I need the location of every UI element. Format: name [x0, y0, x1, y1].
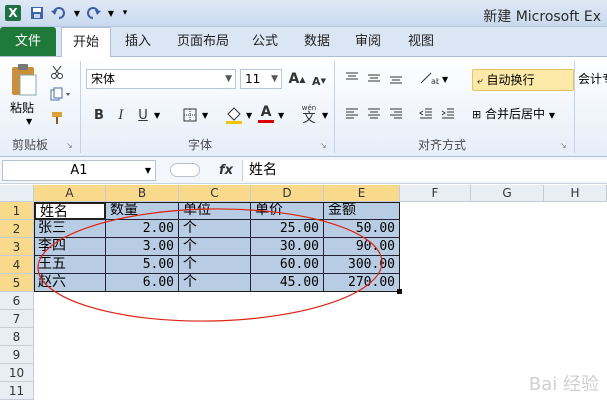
worksheet-grid: A B C D E F G H 1 2 3 4 5 6 7 8 9 10 11 … [0, 185, 607, 400]
phonetic-guide-glyph: 文 [302, 110, 316, 126]
save-icon[interactable] [28, 4, 46, 22]
chevron-down-icon: ▼ [271, 74, 278, 84]
formula-input[interactable]: 姓名 [242, 160, 607, 181]
font-name-value: 宋体 [91, 72, 116, 86]
merge-center-button[interactable]: ⊞ 合并后居中 ▼ [472, 103, 574, 125]
font-color-swatch [258, 120, 274, 123]
cut-icon[interactable] [48, 63, 66, 81]
excel-logo-text: X [5, 5, 21, 21]
ribbon-tabs: 文件 开始 插入 页面布局 公式 数据 审阅 视图 [0, 27, 607, 59]
name-box[interactable]: A1 ▼ [2, 160, 156, 181]
insert-function-icon[interactable]: fx [212, 160, 240, 181]
grow-font-glyph: A [288, 71, 300, 87]
bold-button[interactable]: B [90, 105, 108, 125]
align-left-icon[interactable] [342, 105, 362, 123]
title-bar: X ▼ ▼ ▾ 新建 Microsoft Ex [0, 0, 607, 27]
wrap-text-button[interactable]: ⤶ 自动换行 [472, 69, 574, 91]
borders-dropdown-icon[interactable]: ▼ [202, 111, 208, 120]
separator [334, 61, 335, 153]
font-size-value: 11 [245, 72, 261, 86]
wrap-text-icon: ⤶ [477, 76, 483, 87]
shrink-font-glyph: A [312, 74, 321, 88]
phonetic-guide-icon[interactable]: wén 文 [296, 103, 322, 125]
number-format-select[interactable]: 会计专 [578, 69, 607, 89]
phonetic-dropdown-icon[interactable]: ▼ [322, 111, 328, 120]
undo-icon[interactable] [50, 4, 68, 22]
font-color-dropdown-icon[interactable]: ▼ [278, 111, 284, 120]
increase-indent-icon[interactable] [438, 105, 458, 123]
tab-home[interactable]: 开始 [61, 27, 111, 59]
orientation-icon[interactable]: ab [416, 69, 442, 87]
fill-color-dropdown-icon[interactable]: ▼ [246, 111, 252, 120]
watermark: Bai 经验 [528, 374, 599, 395]
excel-logo-icon[interactable]: X [4, 4, 22, 22]
redo-icon[interactable] [84, 4, 102, 22]
shrink-font-icon[interactable]: A ▼ [310, 71, 328, 91]
separator [574, 61, 575, 153]
font-name-select[interactable]: 宋体 ▼ [86, 69, 236, 89]
chevron-down-icon: ▼ [144, 166, 151, 175]
paste-dropdown-icon[interactable]: ▼ [26, 117, 32, 126]
underline-dropdown-icon[interactable]: ▼ [154, 111, 160, 120]
separator [80, 61, 81, 153]
italic-button[interactable]: I [112, 105, 130, 125]
font-size-select[interactable]: 11 ▼ [240, 69, 282, 89]
merge-center-icon: ⊞ [472, 108, 482, 121]
decrease-indent-icon[interactable] [416, 105, 436, 123]
paste-icon[interactable] [8, 63, 40, 97]
name-box-value: A1 [70, 163, 88, 178]
format-painter-icon[interactable] [48, 109, 66, 127]
ribbon: 粘贴 ▼ 剪贴板 ↘ 宋体 ▼ 11 ▼ A ▲ A ▼ B I U ▼ ▼ ▼ A ▼… [0, 57, 607, 157]
formula-bar: A1 ▼ fx 姓名 [0, 157, 607, 184]
font-color-icon[interactable]: A [256, 103, 276, 125]
paste-label[interactable]: 粘贴 [10, 99, 34, 116]
red-ellipse-annotation [37, 208, 383, 322]
wrap-text-label: 自动换行 [486, 73, 535, 87]
align-right-icon[interactable] [386, 105, 406, 123]
alignment-dialog-launcher-icon[interactable]: ↘ [560, 141, 567, 150]
chevron-down-icon: ▼ [548, 111, 556, 120]
grow-font-icon[interactable]: A ▲ [288, 69, 306, 89]
borders-icon[interactable] [178, 105, 202, 125]
font-color-glyph: A [260, 104, 272, 120]
tab-formulas[interactable]: 公式 [248, 27, 282, 56]
customize-quick-access-icon[interactable]: ▾ [116, 4, 134, 22]
svg-text:ab: ab [431, 77, 439, 85]
underline-button[interactable]: U [134, 105, 152, 125]
fill-color-icon[interactable] [222, 105, 246, 125]
font-dialog-launcher-icon[interactable]: ↘ [320, 141, 327, 150]
tab-file[interactable]: 文件 [0, 27, 56, 56]
alignment-group-label: 对齐方式 [418, 138, 467, 152]
tab-view[interactable]: 视图 [404, 27, 438, 56]
align-center-icon[interactable] [364, 105, 384, 123]
align-top-icon[interactable] [342, 69, 362, 87]
clipboard-group-label: 剪贴板 [12, 138, 49, 152]
formula-bar-splitter[interactable] [170, 163, 200, 177]
clipboard-dialog-launcher-icon[interactable]: ↘ [66, 141, 73, 150]
tab-page-layout[interactable]: 页面布局 [172, 27, 234, 56]
copy-icon[interactable] [48, 85, 74, 103]
align-middle-icon[interactable] [364, 69, 384, 87]
tab-data[interactable]: 数据 [300, 27, 334, 56]
font-group-label: 字体 [188, 138, 213, 152]
tab-insert[interactable]: 插入 [120, 27, 156, 56]
merge-center-label: 合并后居中 [485, 107, 546, 121]
tab-review[interactable]: 审阅 [351, 27, 385, 56]
align-bottom-icon[interactable] [386, 69, 406, 87]
orientation-dropdown-icon[interactable]: ▼ [442, 75, 448, 84]
window-title: 新建 Microsoft Ex [483, 9, 601, 25]
chevron-down-icon: ▼ [225, 74, 232, 84]
